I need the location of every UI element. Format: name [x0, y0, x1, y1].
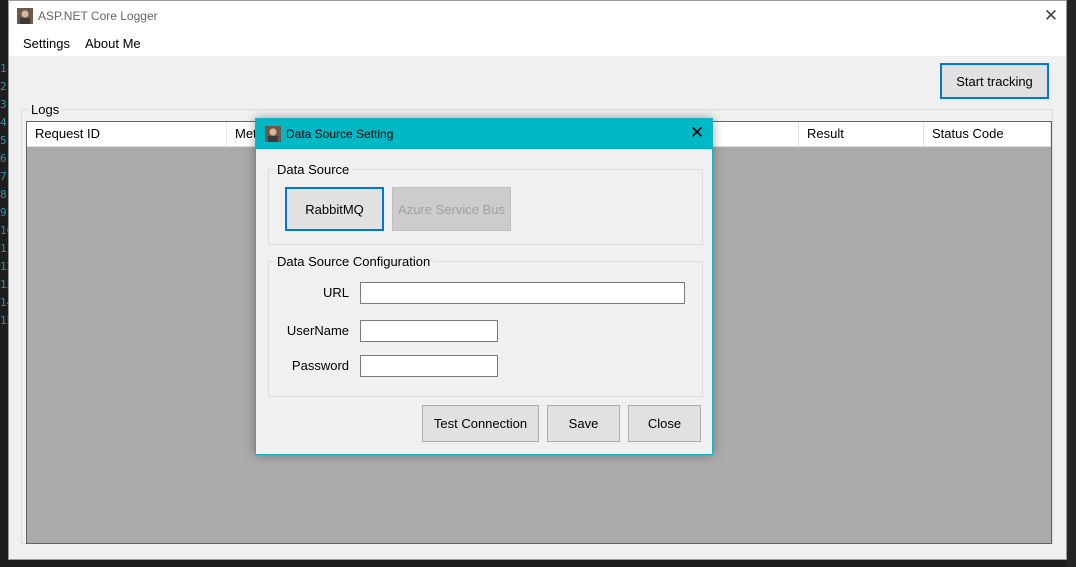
line-number: 3 — [0, 98, 7, 111]
line-number: 4 — [0, 116, 7, 129]
line-number: 7 — [0, 170, 7, 183]
url-input[interactable] — [360, 282, 685, 304]
user-avatar-icon — [265, 126, 281, 142]
line-number: 8 — [0, 188, 7, 201]
data-source-group-label: Data Source — [274, 162, 353, 177]
dialog-close-icon[interactable]: ✕ — [682, 119, 712, 149]
test-connection-button[interactable]: Test Connection — [422, 405, 539, 442]
line-number: 15 — [0, 314, 14, 327]
background-editor-right — [1066, 0, 1076, 567]
username-input[interactable] — [360, 320, 498, 342]
config-group-label: Data Source Configuration — [274, 254, 434, 269]
line-number: 9 — [0, 206, 7, 219]
menu-about-me[interactable]: About Me — [85, 36, 141, 51]
window-close-icon[interactable]: ✕ — [1036, 1, 1066, 32]
start-tracking-button[interactable]: Start tracking — [940, 63, 1049, 99]
logs-group-label: Logs — [28, 102, 63, 117]
password-label: Password — [291, 358, 349, 373]
azure-service-bus-button[interactable]: Azure Service Bus — [392, 187, 511, 231]
dialog-title-bar[interactable]: Data Source Setting ✕ — [256, 119, 712, 149]
line-number: 1 — [0, 62, 7, 75]
line-number: 14 — [0, 296, 14, 309]
line-number: 2 — [0, 80, 7, 93]
title-bar[interactable]: ASP.NET Core Logger ✕ — [9, 1, 1066, 32]
close-button[interactable]: Close — [628, 405, 701, 442]
password-input[interactable] — [360, 355, 498, 377]
line-number: 11 — [0, 242, 14, 255]
line-number: 5 — [0, 134, 7, 147]
line-number: 13 — [0, 278, 14, 291]
dialog-title: Data Source Setting — [286, 127, 394, 141]
url-label: URL — [322, 285, 349, 300]
column-status-code[interactable]: Status Code — [924, 122, 1051, 147]
window-title: ASP.NET Core Logger — [38, 9, 158, 23]
data-source-dialog: Data Source Setting ✕ Data Source Rabbit… — [255, 118, 713, 455]
user-avatar-icon — [17, 8, 33, 24]
rabbitmq-button[interactable]: RabbitMQ — [285, 187, 384, 231]
save-button[interactable]: Save — [547, 405, 620, 442]
username-label: UserName — [286, 323, 349, 338]
line-number: 10 — [0, 224, 14, 237]
column-request-id[interactable]: Request ID — [27, 122, 227, 147]
menu-bar: Settings About Me — [9, 32, 1066, 56]
line-number: 12 — [0, 260, 14, 273]
menu-settings[interactable]: Settings — [23, 36, 70, 51]
column-result[interactable]: Result — [799, 122, 924, 147]
line-number: 6 — [0, 152, 7, 165]
